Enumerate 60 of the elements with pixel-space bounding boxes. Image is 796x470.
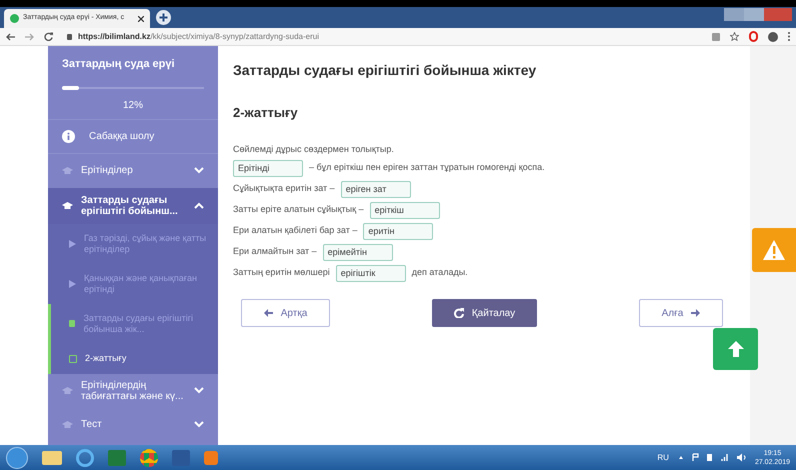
start-button[interactable] [6,446,28,468]
close-icon[interactable] [138,16,144,22]
star-icon[interactable] [730,32,739,41]
document-icon[interactable] [172,450,190,466]
translate-icon[interactable] [712,32,720,40]
arrow-left-icon [264,309,273,317]
progress-percent: 12% [122,98,144,112]
play-icon [69,240,76,248]
back-button[interactable]: Артқа [241,299,330,327]
book-icon [69,320,76,327]
lesson-heading: Заттарды судағы ерігіштігі бойынша жіктеу [233,61,538,80]
reload-icon[interactable] [44,32,53,41]
lock-icon [67,34,72,40]
graduation-cap-icon [62,166,73,174]
sentence-text: деп аталады. [412,266,468,280]
info-icon [62,130,75,142]
account-icon[interactable] [768,32,778,42]
chevron-icon [194,387,204,394]
answer-field[interactable]: еріген зат [340,180,411,198]
folder-icon[interactable] [42,450,62,464]
section-header[interactable]: Заттарды судағы ерігіштігі бойынш... [48,188,218,224]
site-icon [10,14,19,23]
sentence-text: – бұл еріткіш пен еріген заттан тұратын гомогенді қоспа. [309,161,545,174]
sentence-text: Ери алмайтын зат – [233,245,317,258]
warning-button[interactable] [752,228,796,272]
next-button[interactable]: Алға [639,299,723,327]
instruction-text: Сөйлемді дұрыс сөздермен толықтыр. [233,142,395,156]
retry-button[interactable]: Қайталау [432,299,537,327]
sentence-text: Заттың еритін мөлшері [233,266,330,280]
scroll-up-button[interactable] [713,328,758,370]
new-tab-button[interactable] [156,10,171,25]
warning-icon [762,239,786,261]
media-player-icon[interactable] [204,450,218,464]
back-icon[interactable] [6,32,15,40]
browser-icon[interactable] [76,448,94,466]
sentence-text: Сұйықтықта еритін зат – [233,182,335,196]
language-indicator[interactable]: RU [657,452,669,464]
chevron-icon [194,202,204,209]
lesson-item[interactable]: 2-жаттығу [48,344,218,374]
answer-field[interactable]: еритін [363,222,434,240]
graduation-cap-icon [62,386,73,394]
play-icon [69,280,76,288]
reload-icon [454,308,464,318]
chevron-icon [194,421,204,428]
course-title: Заттардың суда ерүі [62,57,176,72]
answer-field[interactable]: ерімейтін [322,244,393,260]
answer-field[interactable]: Ерітінді [233,160,303,176]
chevron-icon [194,167,204,174]
arrow-up-icon [726,339,746,359]
graduation-cap-icon [62,420,73,428]
sentence-text: Затты еріте алатын сұйықтық – [233,203,364,216]
tray-icons[interactable] [676,453,747,462]
graduation-cap-icon [62,202,73,210]
arrow-right-icon [691,309,700,317]
answer-field[interactable]: ерігіштік [336,264,406,282]
edit-icon [69,354,77,362]
forward-icon[interactable] [25,32,34,40]
exercise-title: 2-жаттығу [233,104,299,122]
answer-field[interactable]: еріткіш [370,202,440,218]
sentence-text: Ери алатын қабілеті бар зат – [233,224,358,238]
